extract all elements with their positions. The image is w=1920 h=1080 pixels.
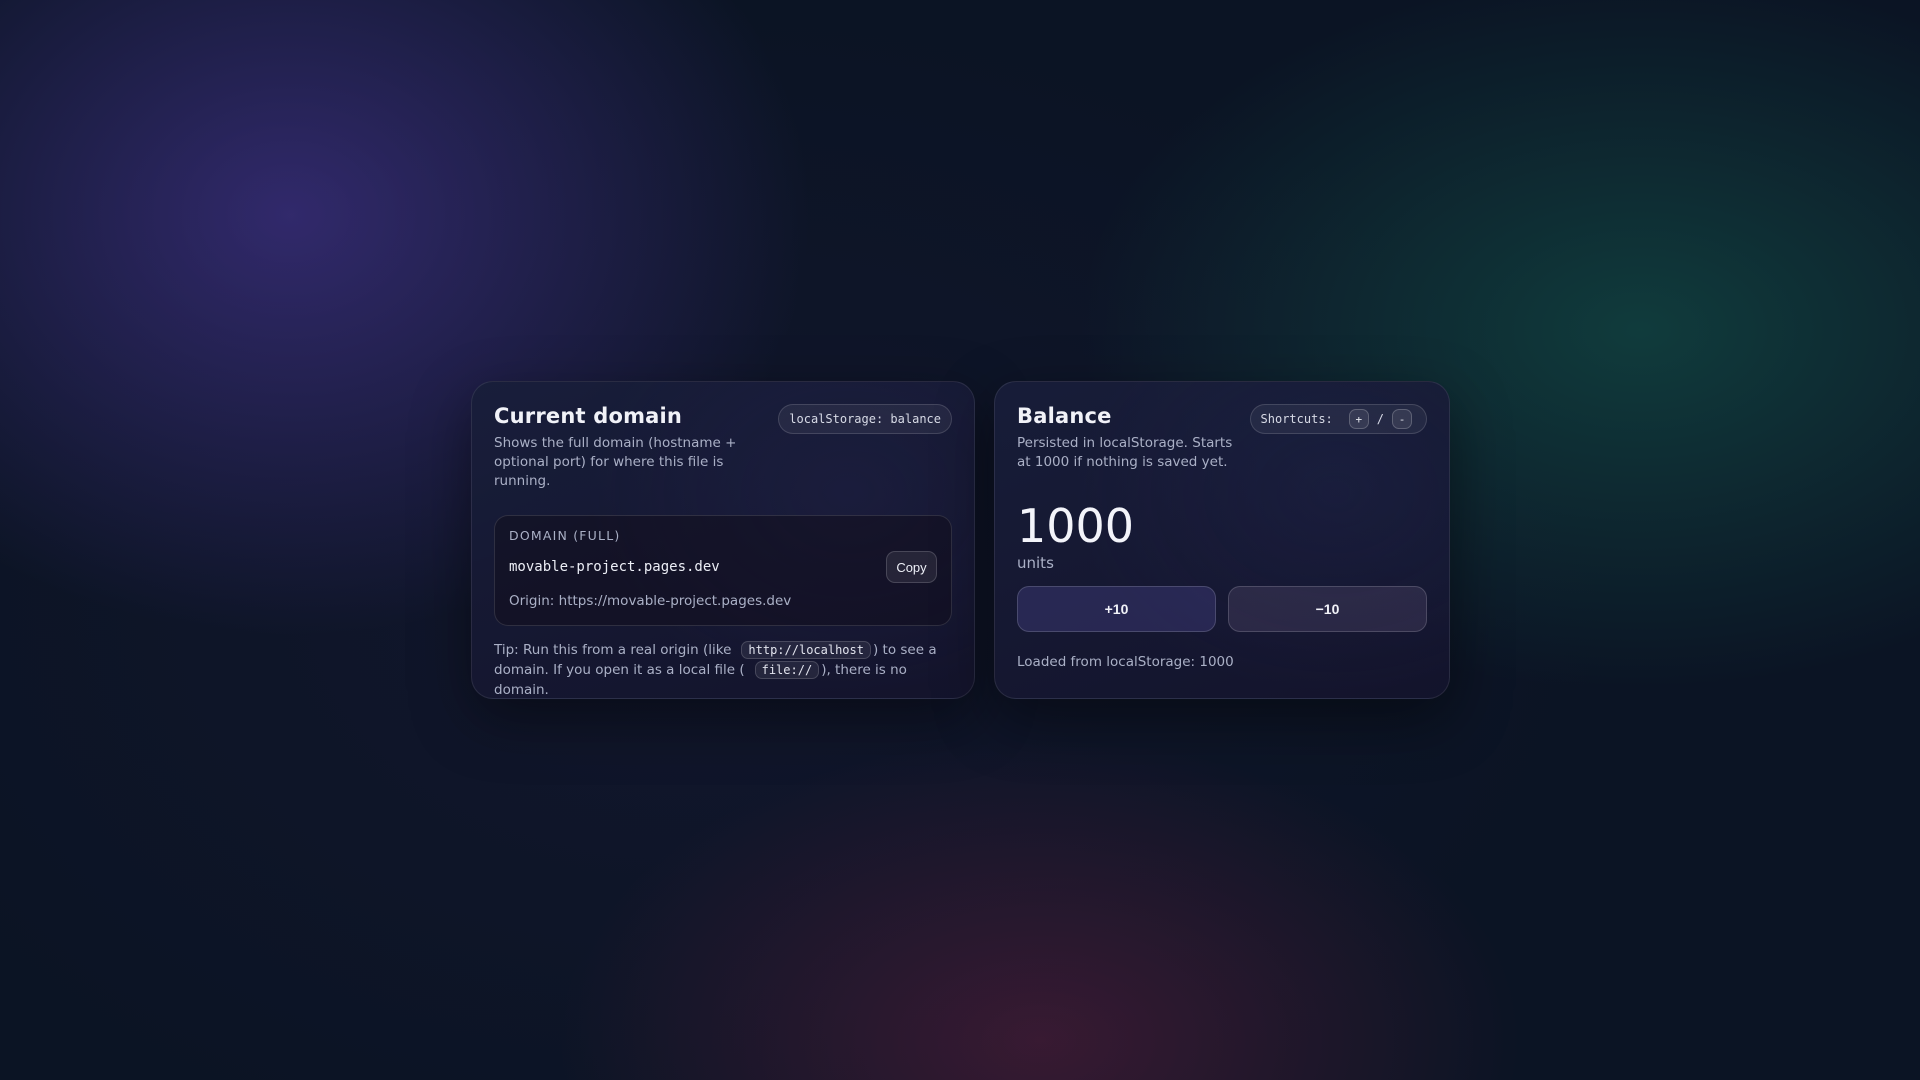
shortcuts-label: Shortcuts: [1260,412,1333,426]
tip-part-1: Tip: Run this from a real origin (like [494,642,732,658]
domain-card-heading: Current domain Shows the full domain (ho… [494,404,744,491]
shortcut-separator: / [1376,412,1384,426]
tip-text: Tip: Run this from a real origin (like ht… [494,640,952,700]
balance-card-header: Balance Persisted in localStorage. Start… [1017,404,1427,472]
copy-button[interactable]: Copy [886,551,937,583]
balance-card-heading: Balance Persisted in localStorage. Start… [1017,404,1237,472]
domain-label: DOMAIN (FULL) [509,528,621,543]
domain-card-title: Current domain [494,404,683,428]
plus-key-hint: + [1348,409,1369,429]
balance-status: Loaded from localStorage: 1000 [1017,654,1234,670]
balance-actions: +10 −10 [1017,586,1427,632]
increment-button[interactable]: +10 [1017,586,1216,632]
origin-text: Origin: https://movable-project.pages.de… [509,593,792,609]
storage-key-pill: localStorage: balance [778,404,952,434]
balance-card-description: Persisted in localStorage. Starts at 100… [1017,435,1233,470]
balance-units: units [1017,554,1054,572]
minus-key-hint: - [1392,409,1412,429]
decrement-button[interactable]: −10 [1228,586,1427,632]
domain-card: Current domain Shows the full domain (ho… [471,381,975,699]
domain-card-header: Current domain Shows the full domain (ho… [494,404,952,491]
tip-code-localhost: http://localhost [741,641,871,659]
balance-card: Balance Persisted in localStorage. Start… [994,381,1450,699]
balance-value: 1000 [1017,499,1135,553]
shortcuts-pill: Shortcuts: + / - [1249,404,1427,434]
domain-row: movable-project.pages.dev Copy [509,551,937,583]
tip-code-file: file:// [754,661,820,679]
domain-value: movable-project.pages.dev [509,559,720,575]
domain-box: DOMAIN (FULL) movable-project.pages.dev … [494,515,952,626]
balance-card-title: Balance [1017,404,1112,428]
domain-card-description: Shows the full domain (hostname + option… [494,435,737,489]
